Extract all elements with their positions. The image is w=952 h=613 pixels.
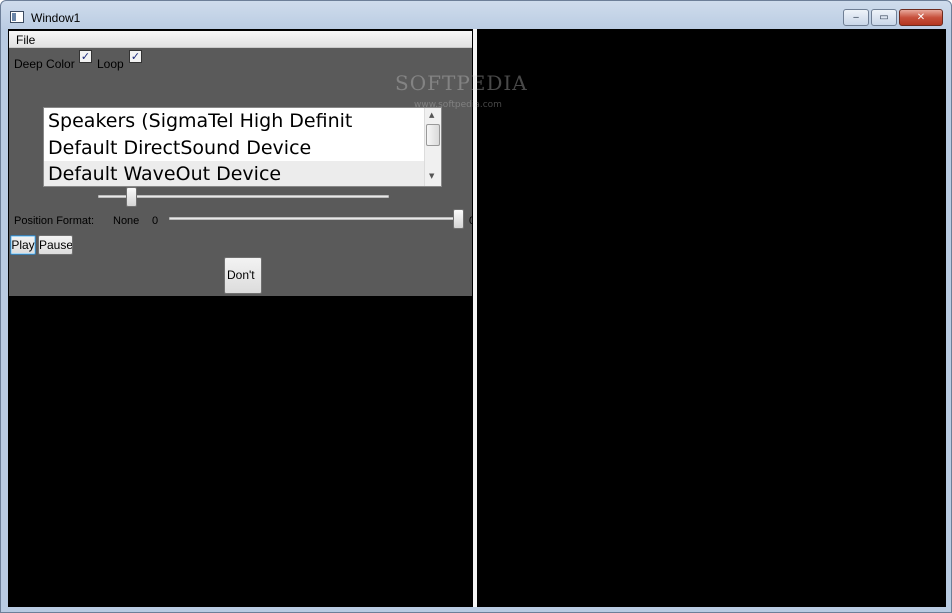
softpedia-watermark: SOFTPEDIA [395,71,528,95]
position-format-label: Position Format: [14,215,95,227]
video-pane [477,29,946,607]
scroll-down-icon[interactable]: ▼ [429,172,434,180]
client-area: File Deep Color ✓ Loop ✓ Speakers (Sigma… [8,29,946,607]
softpedia-watermark-url: www.softpedia.com [414,100,502,110]
volume-slider-thumb[interactable] [126,187,137,207]
loop-checkbox[interactable]: ✓ [129,50,142,63]
list-item[interactable]: Default WaveOut Device [44,161,426,186]
position-slider-track[interactable] [169,217,464,220]
title-bar[interactable]: Window1 ‒ ▭ ✕ [1,1,951,29]
deep-color-label: Deep Color [14,57,75,71]
window-icon[interactable] [10,11,24,23]
pause-button[interactable]: Pause [38,235,73,255]
scroll-thumb[interactable] [426,124,440,146]
position-format-value: None [113,215,140,227]
menu-file[interactable]: File [16,33,35,47]
list-item[interactable]: Speakers (SigmaTel High Definit [44,108,426,135]
maximize-button[interactable]: ▭ [871,9,897,26]
menu-bar: File [9,31,472,48]
list-item[interactable]: Default DirectSound Device [44,135,426,162]
window-title: Window1 [31,11,81,25]
caption-buttons: ‒ ▭ ✕ [843,9,943,26]
close-button[interactable]: ✕ [899,9,943,26]
minimize-button[interactable]: ‒ [843,9,869,26]
deep-color-checkbox[interactable]: ✓ [79,50,92,63]
scroll-up-icon[interactable]: ▲ [429,111,434,119]
position-current: 0 [152,215,159,227]
loop-label: Loop [97,57,124,71]
dont-button[interactable]: Don't [224,257,262,294]
app-window: Window1 ‒ ▭ ✕ File Deep Color ✓ Loop ✓ S… [0,0,952,613]
volume-slider-track[interactable] [98,195,389,198]
position-slider-thumb[interactable] [453,209,464,229]
device-list[interactable]: Speakers (SigmaTel High Definit Default … [43,107,442,187]
left-pane: File Deep Color ✓ Loop ✓ Speakers (Sigma… [8,29,475,607]
play-button[interactable]: Play [10,235,36,255]
list-scrollbar[interactable]: ▲ ▼ [424,108,441,186]
